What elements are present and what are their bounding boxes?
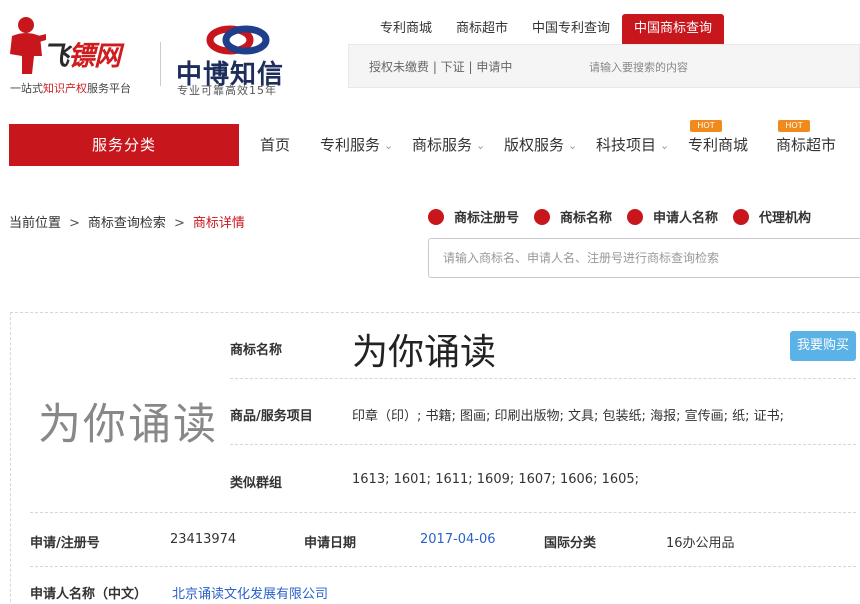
nav-patent-service[interactable]: 专利服务 ⌄ bbox=[320, 124, 393, 166]
hot-badge: HOT bbox=[690, 120, 722, 132]
groups-value: 1613; 1601; 1611; 1609; 1607; 1606; 1605… bbox=[352, 472, 640, 487]
zhongbo-sub: 专业可靠高效15年 bbox=[177, 84, 277, 97]
top-sub-bar: 授权未缴费 | 下证 | 申请中 请输入要搜索的内容 bbox=[348, 44, 860, 88]
red-dot-icon bbox=[627, 208, 644, 225]
trademark-name: 为你诵读 bbox=[352, 332, 497, 373]
service-category-button[interactable]: 服务分类 bbox=[9, 124, 239, 166]
breadcrumb-sep: > bbox=[173, 216, 185, 231]
zhongbo-logo[interactable]: 中博知信 专业可靠高效15年 bbox=[176, 24, 306, 97]
breadcrumb: 当前位置 > 商标查询检索 > 商标详情 bbox=[9, 212, 245, 231]
breadcrumb-current: 商标详情 bbox=[192, 216, 245, 231]
applicant-link[interactable]: 北京诵读文化发展有限公司 bbox=[172, 583, 328, 602]
hot-badge: HOT bbox=[778, 120, 810, 132]
trademark-search-input[interactable] bbox=[443, 239, 860, 277]
divider bbox=[230, 444, 856, 445]
nav-copyright-service[interactable]: 版权服务 ⌄ bbox=[504, 124, 577, 166]
divider bbox=[30, 566, 856, 567]
chevron-down-icon: ⌄ bbox=[384, 139, 394, 152]
breadcrumb-search[interactable]: 商标查询检索 bbox=[88, 216, 166, 231]
nav-trademark-label: 商标服务 bbox=[412, 136, 473, 154]
nav-home-label: 首页 bbox=[260, 136, 291, 154]
toplink-patent-query[interactable]: 中国专利查询 bbox=[520, 14, 622, 44]
class-label: 国际分类 bbox=[544, 536, 597, 551]
search-type-options: 商标注册号 商标名称 申请人名称 代理机构 bbox=[428, 207, 826, 226]
search-type-regno[interactable]: 商标注册号 bbox=[428, 207, 519, 226]
search-type-name[interactable]: 商标名称 bbox=[534, 207, 612, 226]
regno-value: 23413974 bbox=[170, 532, 237, 547]
name-label: 商标名称 bbox=[230, 343, 283, 358]
applicant-label: 申请人名称（中文） bbox=[30, 587, 148, 602]
nav-patent-label: 专利服务 bbox=[320, 136, 381, 154]
buy-button[interactable]: 我要购买 bbox=[790, 331, 856, 361]
date-label: 申请日期 bbox=[304, 536, 357, 551]
zhongbo-swirl-icon bbox=[206, 25, 270, 55]
feibiao-slogan: 一站式知识产权服务平台 bbox=[10, 82, 131, 95]
toplink-tm-query[interactable]: 中国商标查询 bbox=[622, 14, 725, 44]
nav-tm-market-label: 商标超市 bbox=[776, 136, 837, 154]
nav-home[interactable]: 首页 bbox=[260, 124, 290, 166]
top-links: 专利商城 商标超市 中国专利查询 中国商标查询 bbox=[368, 14, 725, 44]
search-type-label: 代理机构 bbox=[759, 211, 812, 226]
groups-label: 类似群组 bbox=[230, 476, 283, 491]
logo-divider bbox=[160, 42, 161, 86]
chevron-down-icon: ⌄ bbox=[476, 139, 486, 152]
search-type-label: 商标名称 bbox=[560, 211, 613, 226]
sub-bar-search-placeholder[interactable]: 请输入要搜索的内容 bbox=[589, 59, 688, 75]
sub-bar-links[interactable]: 授权未缴费 | 下证 | 申请中 bbox=[369, 58, 512, 75]
red-dot-icon bbox=[534, 208, 551, 225]
goods-label: 商品/服务项目 bbox=[230, 409, 313, 424]
divider bbox=[230, 378, 856, 379]
trademark-search-box bbox=[428, 238, 860, 278]
search-type-label: 商标注册号 bbox=[454, 211, 520, 226]
nav-tech-projects[interactable]: 科技项目 ⌄ bbox=[596, 124, 669, 166]
class-value: 16办公用品 bbox=[666, 536, 735, 551]
feibiao-brand: 飞镖网 bbox=[42, 41, 121, 72]
nav-tech-label: 科技项目 bbox=[596, 136, 657, 154]
chevron-down-icon: ⌄ bbox=[660, 139, 670, 152]
feibiao-logo[interactable]: 飞镖网 一站式知识产权服务平台 bbox=[8, 14, 148, 95]
regno-label: 申请/注册号 bbox=[30, 536, 100, 551]
chevron-down-icon: ⌄ bbox=[568, 139, 578, 152]
date-value: 2017-04-06 bbox=[420, 532, 496, 547]
toplink-patent-mall[interactable]: 专利商城 bbox=[368, 14, 444, 44]
search-type-agency[interactable]: 代理机构 bbox=[733, 207, 811, 226]
divider bbox=[30, 512, 856, 513]
search-type-applicant[interactable]: 申请人名称 bbox=[627, 207, 718, 226]
trademark-image: 为你诵读 bbox=[38, 400, 218, 450]
nav-patent-mall-label: 专利商城 bbox=[688, 136, 749, 154]
red-dot-icon bbox=[733, 208, 750, 225]
red-dot-icon bbox=[428, 208, 444, 225]
goods-value: 印章（印）; 书籍; 图画; 印刷出版物; 文具; 包装纸; 海报; 宣传画; … bbox=[352, 409, 784, 424]
breadcrumb-sep: > bbox=[69, 216, 80, 231]
search-type-label: 申请人名称 bbox=[653, 211, 719, 226]
nav-trademark-service[interactable]: 商标服务 ⌄ bbox=[412, 124, 485, 166]
breadcrumb-home[interactable]: 当前位置 bbox=[9, 216, 61, 231]
toplink-tm-market[interactable]: 商标超市 bbox=[444, 14, 520, 44]
nav-copyright-label: 版权服务 bbox=[504, 136, 565, 154]
